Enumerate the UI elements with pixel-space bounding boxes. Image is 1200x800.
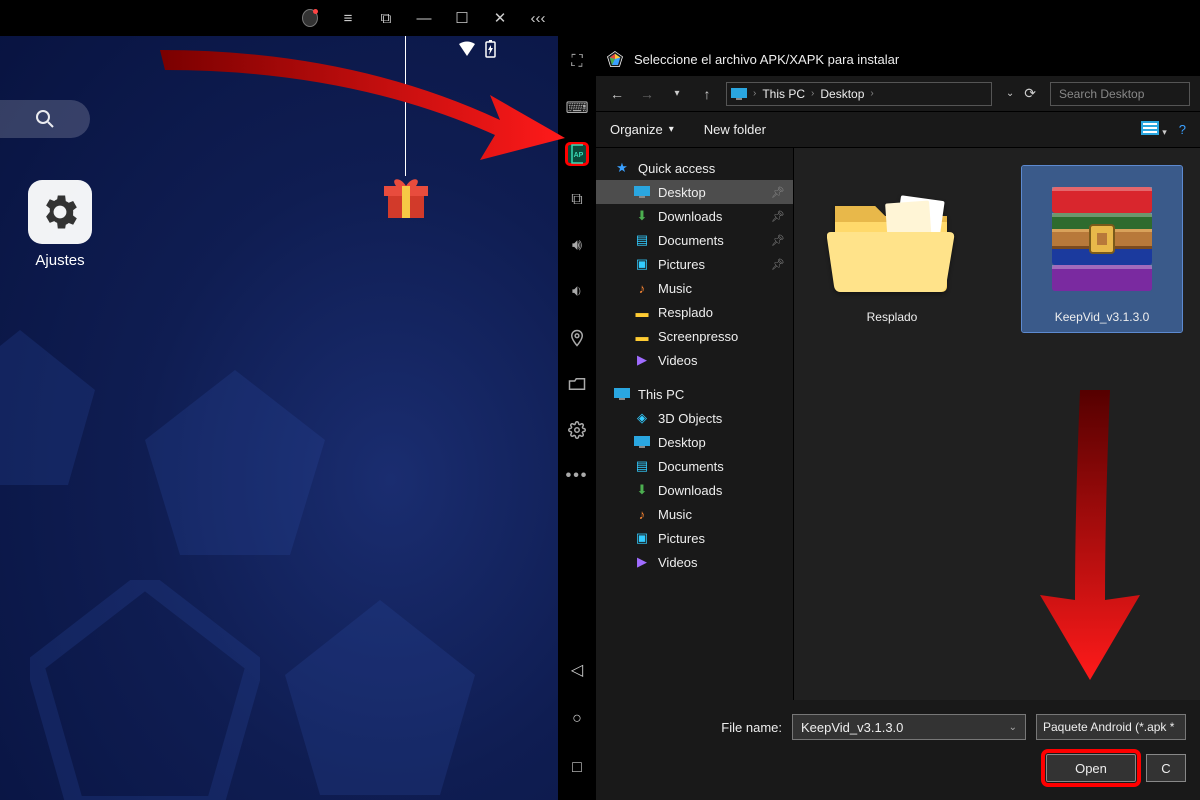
tree-this-pc[interactable]: This PC: [596, 382, 793, 406]
tree-pc-pictures[interactable]: ▣Pictures: [596, 526, 793, 550]
emulator-home-screen: ≡ ⧉ — ☐ ✕ ‹‹‹ Ajustes: [0, 0, 558, 800]
home-icon[interactable]: ○: [565, 707, 589, 731]
search-icon: [35, 109, 55, 129]
gear-icon: [28, 180, 92, 244]
fullscreen-icon[interactable]: ⛶: [565, 50, 589, 74]
bg-pentagon: [30, 580, 260, 800]
more-options-icon[interactable]: •••: [565, 464, 589, 488]
multitask-icon[interactable]: ⧉: [378, 10, 394, 26]
nav-back-icon[interactable]: ←: [606, 86, 628, 102]
search-placeholder: Search Desktop: [1059, 87, 1144, 101]
open-button[interactable]: Open: [1046, 754, 1136, 782]
gift-promo-icon[interactable]: [382, 176, 430, 225]
filename-input[interactable]: KeepVid_v3.1.3.0 ⌄: [792, 714, 1026, 740]
view-mode-icon[interactable]: ▾: [1141, 121, 1167, 138]
maximize-icon[interactable]: ☐: [454, 10, 470, 26]
minimize-icon[interactable]: —: [416, 10, 432, 26]
shared-folder-icon[interactable]: [565, 372, 589, 396]
bg-pentagon: [280, 600, 480, 800]
search-input[interactable]: Search Desktop: [1050, 82, 1190, 106]
install-apk-button[interactable]: APK: [565, 142, 589, 166]
dialog-body: ★Quick access Desktop📌︎ ⬇Downloads📌︎ ▤Do…: [596, 148, 1200, 700]
tree-desktop[interactable]: Desktop📌︎: [596, 180, 793, 204]
pin-icon: 📌︎: [771, 210, 785, 223]
folder-icon: [820, 174, 964, 304]
android-nav-bar: ◁ ○ □: [558, 658, 596, 780]
volume-down-icon[interactable]: 🔉︎: [565, 280, 589, 304]
pin-icon: 📌︎: [771, 234, 785, 247]
settings-icon[interactable]: [565, 418, 589, 442]
crumb-root[interactable]: This PC: [762, 87, 805, 101]
cancel-button[interactable]: C: [1146, 754, 1186, 782]
file-open-dialog: Seleccione el archivo APK/XAPK para inst…: [596, 42, 1200, 800]
crumb-current[interactable]: Desktop: [820, 87, 864, 101]
monitor-icon: [731, 88, 747, 100]
tree-music[interactable]: ♪Music: [596, 276, 793, 300]
app-logo-icon: [606, 50, 624, 68]
file-label: Resplado: [820, 310, 964, 324]
tree-pc-documents[interactable]: ▤Documents: [596, 454, 793, 478]
refresh-icon[interactable]: ⟳: [1024, 85, 1036, 102]
app-label: Ajustes: [20, 252, 100, 269]
organize-menu[interactable]: Organize▾: [610, 122, 674, 137]
dialog-toolbar: Organize▾ New folder ▾ ?: [596, 112, 1200, 148]
volume-up-icon[interactable]: 🔊︎: [565, 234, 589, 258]
gift-string: [405, 36, 406, 176]
new-folder-button[interactable]: New folder: [704, 122, 766, 137]
keyboard-mapping-icon[interactable]: ⌨: [565, 96, 589, 120]
tree-screenpresso[interactable]: ▬Screenpresso: [596, 324, 793, 348]
battery-icon: [485, 40, 496, 58]
close-icon[interactable]: ✕: [492, 10, 508, 26]
tree-pc-music[interactable]: ♪Music: [596, 502, 793, 526]
app-ajustes[interactable]: Ajustes: [20, 180, 100, 269]
pin-icon: 📌︎: [771, 186, 785, 199]
android-status-bar: [457, 40, 496, 58]
nav-history-dropdown-icon[interactable]: ▾: [666, 88, 688, 99]
tree-resplado[interactable]: ▬Resplado: [596, 300, 793, 324]
folder-tree[interactable]: ★Quick access Desktop📌︎ ⬇Downloads📌︎ ▤Do…: [596, 148, 794, 700]
multi-instance-icon[interactable]: ⧉: [565, 188, 589, 212]
file-keepvid-archive[interactable]: KeepVid_v3.1.3.0: [1022, 166, 1182, 332]
file-list[interactable]: Resplado: [794, 148, 1200, 700]
emulator-titlebar: ≡ ⧉ — ☐ ✕ ‹‹‹: [0, 0, 558, 36]
breadcrumb-dropdown-icon[interactable]: ⌄: [1006, 88, 1014, 99]
filename-label: File name:: [610, 720, 782, 735]
tree-videos[interactable]: ▶Videos: [596, 348, 793, 372]
tree-documents[interactable]: ▤Documents📌︎: [596, 228, 793, 252]
search-button[interactable]: [0, 100, 90, 138]
bg-pentagon: [0, 330, 100, 490]
account-avatar-icon[interactable]: [302, 10, 318, 26]
tree-pictures[interactable]: ▣Pictures📌︎: [596, 252, 793, 276]
svg-text:APK: APK: [574, 152, 583, 159]
chevron-down-icon[interactable]: ⌄: [1009, 722, 1017, 733]
dialog-titlebar: Seleccione el archivo APK/XAPK para inst…: [596, 42, 1200, 76]
file-label: KeepVid_v3.1.3.0: [1030, 310, 1174, 324]
tree-3d-objects[interactable]: ◈3D Objects: [596, 406, 793, 430]
tree-pc-downloads[interactable]: ⬇Downloads: [596, 478, 793, 502]
tree-pc-videos[interactable]: ▶Videos: [596, 550, 793, 574]
back-icon[interactable]: ◁: [565, 658, 589, 682]
nav-forward-icon[interactable]: →: [636, 86, 658, 102]
pin-icon: 📌︎: [771, 258, 785, 271]
help-icon[interactable]: ?: [1179, 122, 1186, 137]
nav-up-icon[interactable]: ↑: [696, 86, 718, 102]
collapse-sidebar-icon[interactable]: ‹‹‹: [530, 10, 546, 26]
location-icon[interactable]: [565, 326, 589, 350]
tree-downloads[interactable]: ⬇Downloads📌︎: [596, 204, 793, 228]
dialog-title: Seleccione el archivo APK/XAPK para inst…: [634, 52, 899, 67]
file-type-filter[interactable]: Paquete Android (*.apk *: [1036, 714, 1186, 740]
breadcrumb[interactable]: › This PC › Desktop ›: [726, 82, 992, 106]
tree-quick-access[interactable]: ★Quick access: [596, 156, 793, 180]
hamburger-menu-icon[interactable]: ≡: [340, 10, 356, 26]
dialog-nav-bar: ← → ▾ ↑ › This PC › Desktop › ⌄ ⟳ Search…: [596, 76, 1200, 112]
bg-pentagon: [140, 370, 330, 560]
tree-pc-desktop[interactable]: Desktop: [596, 430, 793, 454]
wifi-icon: [457, 41, 477, 57]
dialog-footer: File name: KeepVid_v3.1.3.0 ⌄ Paquete An…: [596, 700, 1200, 800]
archive-icon: [1030, 174, 1174, 304]
file-folder-resplado[interactable]: Resplado: [812, 166, 972, 332]
recent-apps-icon[interactable]: □: [565, 756, 589, 780]
